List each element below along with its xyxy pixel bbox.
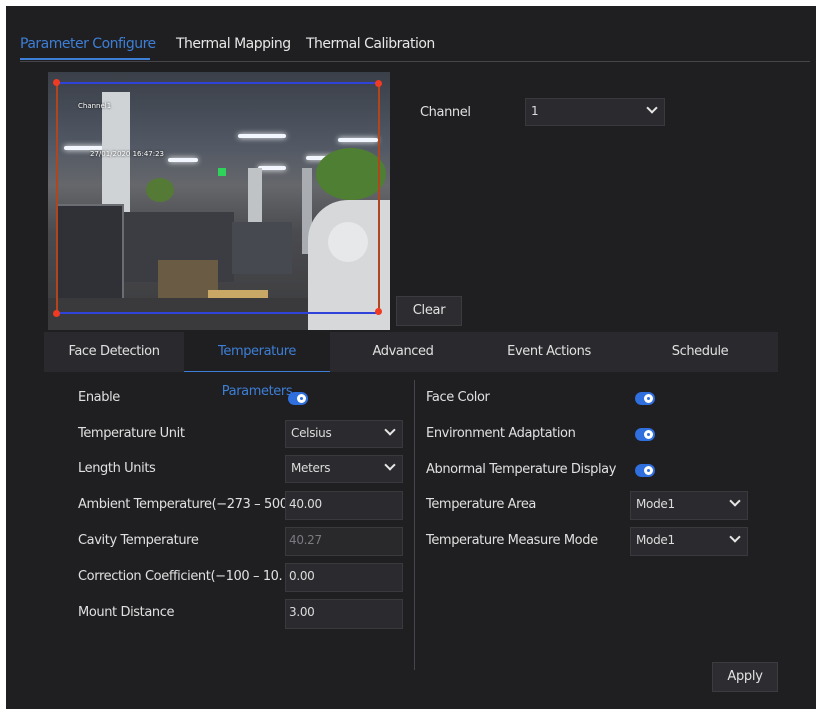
subtab-temperature-parameters[interactable]: Temperature Parameters	[184, 332, 330, 399]
shelf	[56, 204, 124, 304]
roi-corner-handle[interactable]	[375, 80, 382, 87]
enable-label: Enable	[78, 390, 120, 405]
environment-adaptation-toggle[interactable]	[635, 428, 655, 441]
plant	[316, 148, 386, 200]
osd-channel: Channel1	[78, 102, 112, 110]
chevron-down-icon	[729, 531, 741, 543]
active-tab-indicator	[20, 58, 150, 60]
chevron-down-icon	[384, 424, 396, 436]
chevron-down-icon	[729, 495, 741, 507]
cavity-temperature-label: Cavity Temperature	[78, 533, 199, 548]
temperature-unit-select[interactable]: Celsius	[285, 420, 403, 448]
roi-corner-handle[interactable]	[53, 310, 60, 317]
correction-coefficient-label: Correction Coefficient(−100 – 10.	[78, 569, 283, 584]
mount-distance-label: Mount Distance	[78, 605, 175, 620]
subtab-bar: Face Detection Temperature Parameters Ad…	[44, 332, 778, 399]
tab-bar-divider	[20, 61, 810, 62]
chevron-down-icon	[384, 459, 396, 471]
tab-parameter-configure[interactable]: Parameter Configure	[20, 36, 156, 52]
temperature-unit-value: Celsius	[291, 426, 332, 440]
ceiling-light	[338, 138, 378, 142]
temperature-measure-mode-value: Mode1	[636, 533, 675, 547]
mount-distance-input[interactable]: 3.00	[285, 599, 403, 629]
plant	[146, 178, 174, 202]
channel-select-value: 1	[531, 104, 539, 118]
temperature-measure-mode-label: Temperature Measure Mode	[426, 533, 598, 548]
face-color-toggle[interactable]	[635, 392, 655, 405]
ambient-temperature-label: Ambient Temperature(−273 – 500.	[78, 497, 292, 512]
temperature-area-label: Temperature Area	[426, 497, 536, 512]
subtab-event-actions[interactable]: Event Actions	[476, 332, 622, 372]
roi-corner-handle[interactable]	[53, 79, 60, 86]
environment-adaptation-label: Environment Adaptation	[426, 426, 576, 441]
abnormal-temperature-display-label: Abnormal Temperature Display	[426, 462, 617, 477]
column-divider	[414, 380, 415, 670]
camera-preview[interactable]: Channel1 27/01/2020 16:47:23	[48, 72, 390, 330]
chevron-down-icon	[646, 102, 658, 114]
roi-bottom-edge	[56, 312, 380, 314]
channel-label: Channel	[420, 105, 471, 120]
length-units-select[interactable]: Meters	[285, 455, 403, 483]
cavity-temperature-input: 40.27	[285, 527, 403, 556]
ambient-temperature-input[interactable]: 40.00	[285, 491, 403, 520]
temperature-measure-mode-select[interactable]: Mode1	[630, 527, 748, 556]
toggle-knob	[297, 394, 306, 403]
clear-button[interactable]: Clear	[396, 296, 462, 326]
ceiling-light	[258, 166, 286, 170]
length-units-label: Length Units	[78, 461, 156, 476]
roi-left-edge	[56, 82, 58, 314]
apply-button[interactable]: Apply	[712, 662, 778, 692]
subtab-schedule[interactable]: Schedule	[622, 332, 778, 372]
channel-select[interactable]: 1	[525, 98, 665, 126]
roi-corner-handle[interactable]	[375, 308, 382, 315]
toggle-knob	[644, 466, 653, 475]
workbench	[232, 222, 292, 274]
roi-top-edge	[56, 82, 380, 84]
roi-right-edge	[378, 82, 380, 314]
machine-part	[328, 222, 368, 262]
abnormal-temperature-display-toggle[interactable]	[635, 464, 655, 477]
toggle-knob	[644, 394, 653, 403]
thermal-settings-panel: Parameter Configure Thermal Mapping Ther…	[6, 6, 816, 709]
ceiling-light	[238, 134, 286, 138]
ceiling-light	[168, 158, 198, 162]
enable-toggle[interactable]	[288, 392, 308, 405]
length-units-value: Meters	[291, 461, 331, 475]
subtab-face-detection[interactable]: Face Detection	[44, 332, 184, 372]
temperature-unit-label: Temperature Unit	[78, 426, 185, 441]
toggle-knob	[644, 430, 653, 439]
temperature-area-select[interactable]: Mode1	[630, 491, 748, 520]
temperature-area-value: Mode1	[636, 497, 675, 511]
osd-timestamp: 27/01/2020 16:47:23	[90, 150, 165, 158]
correction-coefficient-input[interactable]: 0.00	[285, 563, 403, 592]
tab-thermal-mapping[interactable]: Thermal Mapping	[176, 36, 291, 52]
face-color-label: Face Color	[426, 390, 490, 405]
subtab-advanced[interactable]: Advanced	[330, 332, 476, 372]
tab-thermal-calibration[interactable]: Thermal Calibration	[306, 36, 435, 52]
exit-sign	[218, 168, 226, 176]
